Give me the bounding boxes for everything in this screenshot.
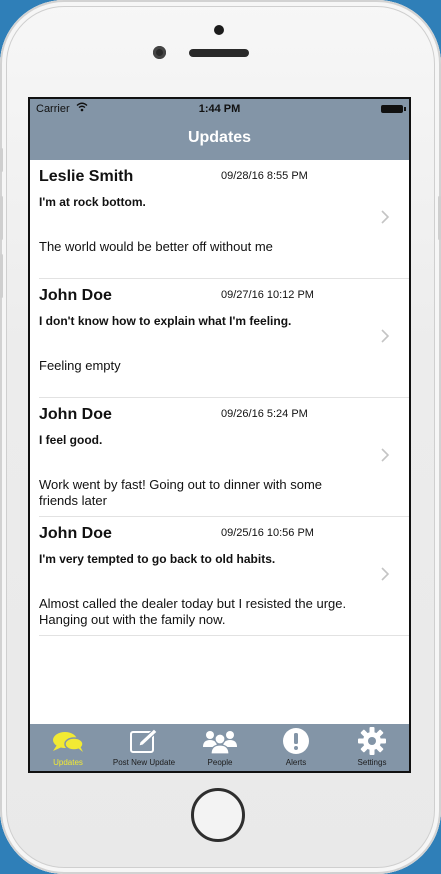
navigation-bar: Carrier 1:44 PM Updates — [30, 99, 409, 160]
tab-updates[interactable]: Updates — [30, 724, 106, 771]
update-row[interactable]: Leslie Smith 09/28/16 8:55 PM I'm at roc… — [30, 160, 409, 279]
tab-post-new-update[interactable]: Post New Update — [106, 724, 182, 771]
tab-alerts[interactable]: Alerts — [258, 724, 334, 771]
update-headline: I don't know how to explain what I'm fee… — [39, 314, 292, 328]
update-body: The world would be better off without me — [39, 239, 273, 254]
battery-icon — [381, 105, 406, 113]
tab-label: Alerts — [285, 758, 307, 767]
update-body: Work went by fast! Going out to dinner w… — [39, 477, 323, 508]
app-screen: Carrier 1:44 PM Updates Leslie Smith 09/… — [28, 97, 411, 773]
chevron-right-icon — [381, 448, 390, 462]
update-date: 09/26/16 5:24 PM — [221, 408, 308, 420]
status-bar: Carrier 1:44 PM — [30, 99, 409, 119]
update-author: John Doe — [39, 525, 112, 542]
update-author: Leslie Smith — [39, 168, 134, 185]
tab-label: People — [207, 758, 233, 767]
update-date: 09/25/16 10:56 PM — [221, 527, 314, 539]
home-button[interactable] — [191, 788, 245, 842]
update-author: John Doe — [39, 406, 112, 423]
tab-label: Post New Update — [112, 758, 176, 767]
tab-label: Settings — [357, 758, 387, 767]
gear-icon — [358, 727, 386, 755]
volume-down-button — [0, 254, 3, 298]
update-body: Almost called the dealer today but I res… — [39, 596, 347, 627]
update-headline: I feel good. — [39, 433, 103, 447]
people-icon — [203, 731, 237, 755]
earpiece-speaker — [189, 49, 249, 57]
row-divider — [39, 635, 409, 636]
phone-frame: Carrier 1:44 PM Updates Leslie Smith 09/… — [0, 0, 441, 874]
update-body: Feeling empty — [39, 358, 121, 373]
tab-people[interactable]: People — [182, 724, 258, 771]
proximity-sensor — [214, 25, 224, 35]
tab-bar: Updates Post New Update People Alerts Se… — [30, 724, 409, 771]
chevron-right-icon — [381, 567, 390, 581]
update-headline: I'm at rock bottom. — [39, 195, 146, 209]
update-date: 09/28/16 8:55 PM — [221, 170, 308, 182]
speech-bubbles-icon — [53, 732, 84, 752]
alert-icon — [283, 728, 309, 754]
chevron-right-icon — [381, 329, 390, 343]
update-row[interactable]: John Doe 09/26/16 5:24 PM I feel good. W… — [30, 398, 409, 517]
chevron-right-icon — [381, 210, 390, 224]
volume-up-button — [0, 196, 3, 240]
update-row[interactable]: John Doe 09/27/16 10:12 PM I don't know … — [30, 279, 409, 398]
updates-list: Leslie Smith 09/28/16 8:55 PM I'm at roc… — [30, 160, 409, 636]
update-author: John Doe — [39, 287, 112, 304]
volume-switch — [0, 148, 3, 172]
status-time: 1:44 PM — [198, 103, 241, 115]
page-title: Updates — [187, 129, 252, 146]
compose-icon — [130, 728, 158, 753]
update-row[interactable]: John Doe 09/25/16 10:56 PM I'm very temp… — [30, 517, 409, 636]
update-date: 09/27/16 10:12 PM — [221, 289, 314, 301]
update-headline: I'm very tempted to go back to old habit… — [39, 552, 276, 566]
front-camera — [153, 46, 166, 59]
tab-label: Updates — [53, 758, 83, 767]
tab-settings[interactable]: Settings — [334, 724, 409, 771]
